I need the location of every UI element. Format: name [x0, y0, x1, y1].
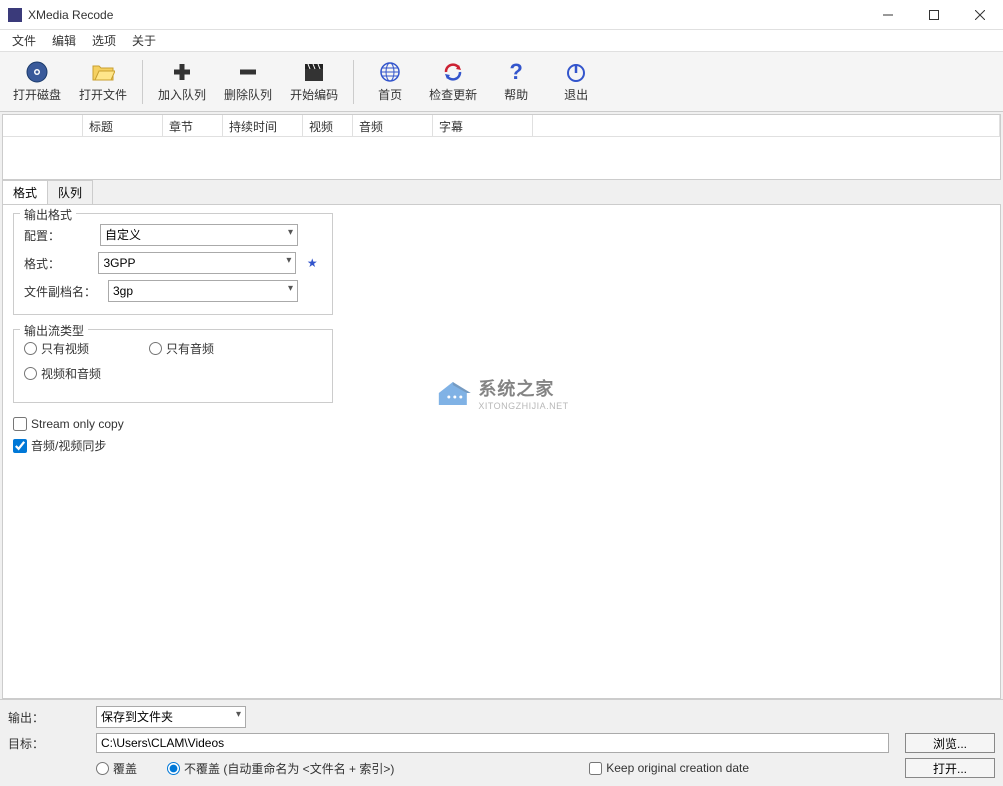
group-title: 输出格式	[20, 206, 76, 223]
menu-file[interactable]: 文件	[4, 30, 44, 51]
target-label: 目标：	[8, 735, 88, 752]
check-update-button[interactable]: 检查更新	[422, 56, 484, 108]
start-encode-button[interactable]: 开始编码	[283, 56, 345, 108]
bottom-panel: 输出： 保存到文件夹 目标： 浏览... 覆盖 不覆盖 (自动重命名为 <文件名…	[0, 699, 1003, 786]
app-icon	[8, 8, 22, 22]
maximize-icon	[929, 10, 939, 20]
refresh-icon	[441, 60, 465, 84]
stream-type-group: 输出流类型 只有视频 只有音频 视频和音频	[13, 329, 333, 403]
exit-button[interactable]: 退出	[548, 56, 604, 108]
plus-icon	[170, 60, 194, 84]
stream-copy-check[interactable]: Stream only copy	[13, 417, 990, 431]
menu-options[interactable]: 选项	[84, 30, 124, 51]
toolbar-separator	[353, 60, 354, 104]
globe-icon	[378, 60, 402, 84]
toolbar: 打开磁盘 打开文件 加入队列 删除队列 开始编码 首页 检查更新 ? 帮助 退出	[0, 52, 1003, 112]
menu-about[interactable]: 关于	[124, 30, 164, 51]
col-duration[interactable]: 持续时间	[223, 115, 303, 137]
browse-button[interactable]: 浏览...	[905, 733, 995, 753]
watermark: 系统之家 XITONGZHIJIA.NET	[434, 375, 568, 411]
col-rest	[533, 115, 1000, 137]
open-file-button[interactable]: 打开文件	[72, 56, 134, 108]
power-icon	[564, 60, 588, 84]
question-icon: ?	[504, 60, 528, 84]
tab-strip: 格式 队列	[0, 182, 1003, 204]
open-disc-button[interactable]: 打开磁盘	[6, 56, 68, 108]
output-format-group: 输出格式 配置： 自定义 格式： 3GPP ★ 文件副档名： 3gp	[13, 213, 333, 315]
keep-date-check[interactable]: Keep original creation date	[589, 761, 749, 775]
ext-label: 文件副档名：	[24, 283, 102, 300]
add-queue-button[interactable]: 加入队列	[151, 56, 213, 108]
col-blank[interactable]	[3, 115, 83, 137]
minimize-button[interactable]	[865, 0, 911, 30]
menubar: 文件 编辑 选项 关于	[0, 30, 1003, 52]
col-subtitle[interactable]: 字幕	[433, 115, 533, 137]
ext-select[interactable]: 3gp	[108, 280, 298, 302]
audio-only-radio[interactable]: 只有音频	[149, 340, 214, 357]
homepage-button[interactable]: 首页	[362, 56, 418, 108]
output-label: 输出：	[8, 709, 88, 726]
titlebar: XMedia Recode	[0, 0, 1003, 30]
help-button[interactable]: ? 帮助	[488, 56, 544, 108]
window-controls	[865, 0, 1003, 30]
main-panel: 输出格式 配置： 自定义 格式： 3GPP ★ 文件副档名： 3gp 输出流类型…	[2, 204, 1001, 699]
remove-queue-button[interactable]: 删除队列	[217, 56, 279, 108]
video-audio-radio[interactable]: 视频和音频	[24, 365, 101, 382]
col-video[interactable]: 视频	[303, 115, 353, 137]
no-overwrite-radio[interactable]: 不覆盖 (自动重命名为 <文件名 + 索引>)	[167, 760, 394, 777]
video-only-radio[interactable]: 只有视频	[24, 340, 89, 357]
close-button[interactable]	[957, 0, 1003, 30]
folder-icon	[91, 60, 115, 84]
col-chapter[interactable]: 章节	[163, 115, 223, 137]
disc-icon	[25, 60, 49, 84]
close-icon	[975, 10, 985, 20]
target-path-input[interactable]	[96, 733, 889, 753]
clapperboard-icon	[302, 60, 326, 84]
format-label: 格式：	[24, 255, 92, 272]
menu-edit[interactable]: 编辑	[44, 30, 84, 51]
tab-format[interactable]: 格式	[2, 180, 48, 204]
output-select[interactable]: 保存到文件夹	[96, 706, 246, 728]
av-sync-check[interactable]: 音频/视频同步	[13, 437, 990, 454]
config-select[interactable]: 自定义	[100, 224, 298, 246]
toolbar-separator	[142, 60, 143, 104]
minimize-icon	[883, 10, 893, 20]
minus-icon	[236, 60, 260, 84]
open-button[interactable]: 打开...	[905, 758, 995, 778]
format-select[interactable]: 3GPP	[98, 252, 296, 274]
favorite-button[interactable]: ★	[302, 253, 322, 273]
maximize-button[interactable]	[911, 0, 957, 30]
star-icon: ★	[307, 256, 318, 270]
tab-queue[interactable]: 队列	[47, 180, 93, 204]
config-label: 配置：	[24, 227, 94, 244]
overwrite-radio[interactable]: 覆盖	[96, 760, 137, 777]
house-icon	[434, 379, 470, 407]
media-table[interactable]: 标题 章节 持续时间 视频 音频 字幕	[2, 114, 1001, 180]
col-title[interactable]: 标题	[83, 115, 163, 137]
col-audio[interactable]: 音频	[353, 115, 433, 137]
table-header: 标题 章节 持续时间 视频 音频 字幕	[3, 115, 1000, 137]
group-title: 输出流类型	[20, 322, 88, 339]
window-title: XMedia Recode	[28, 8, 865, 22]
